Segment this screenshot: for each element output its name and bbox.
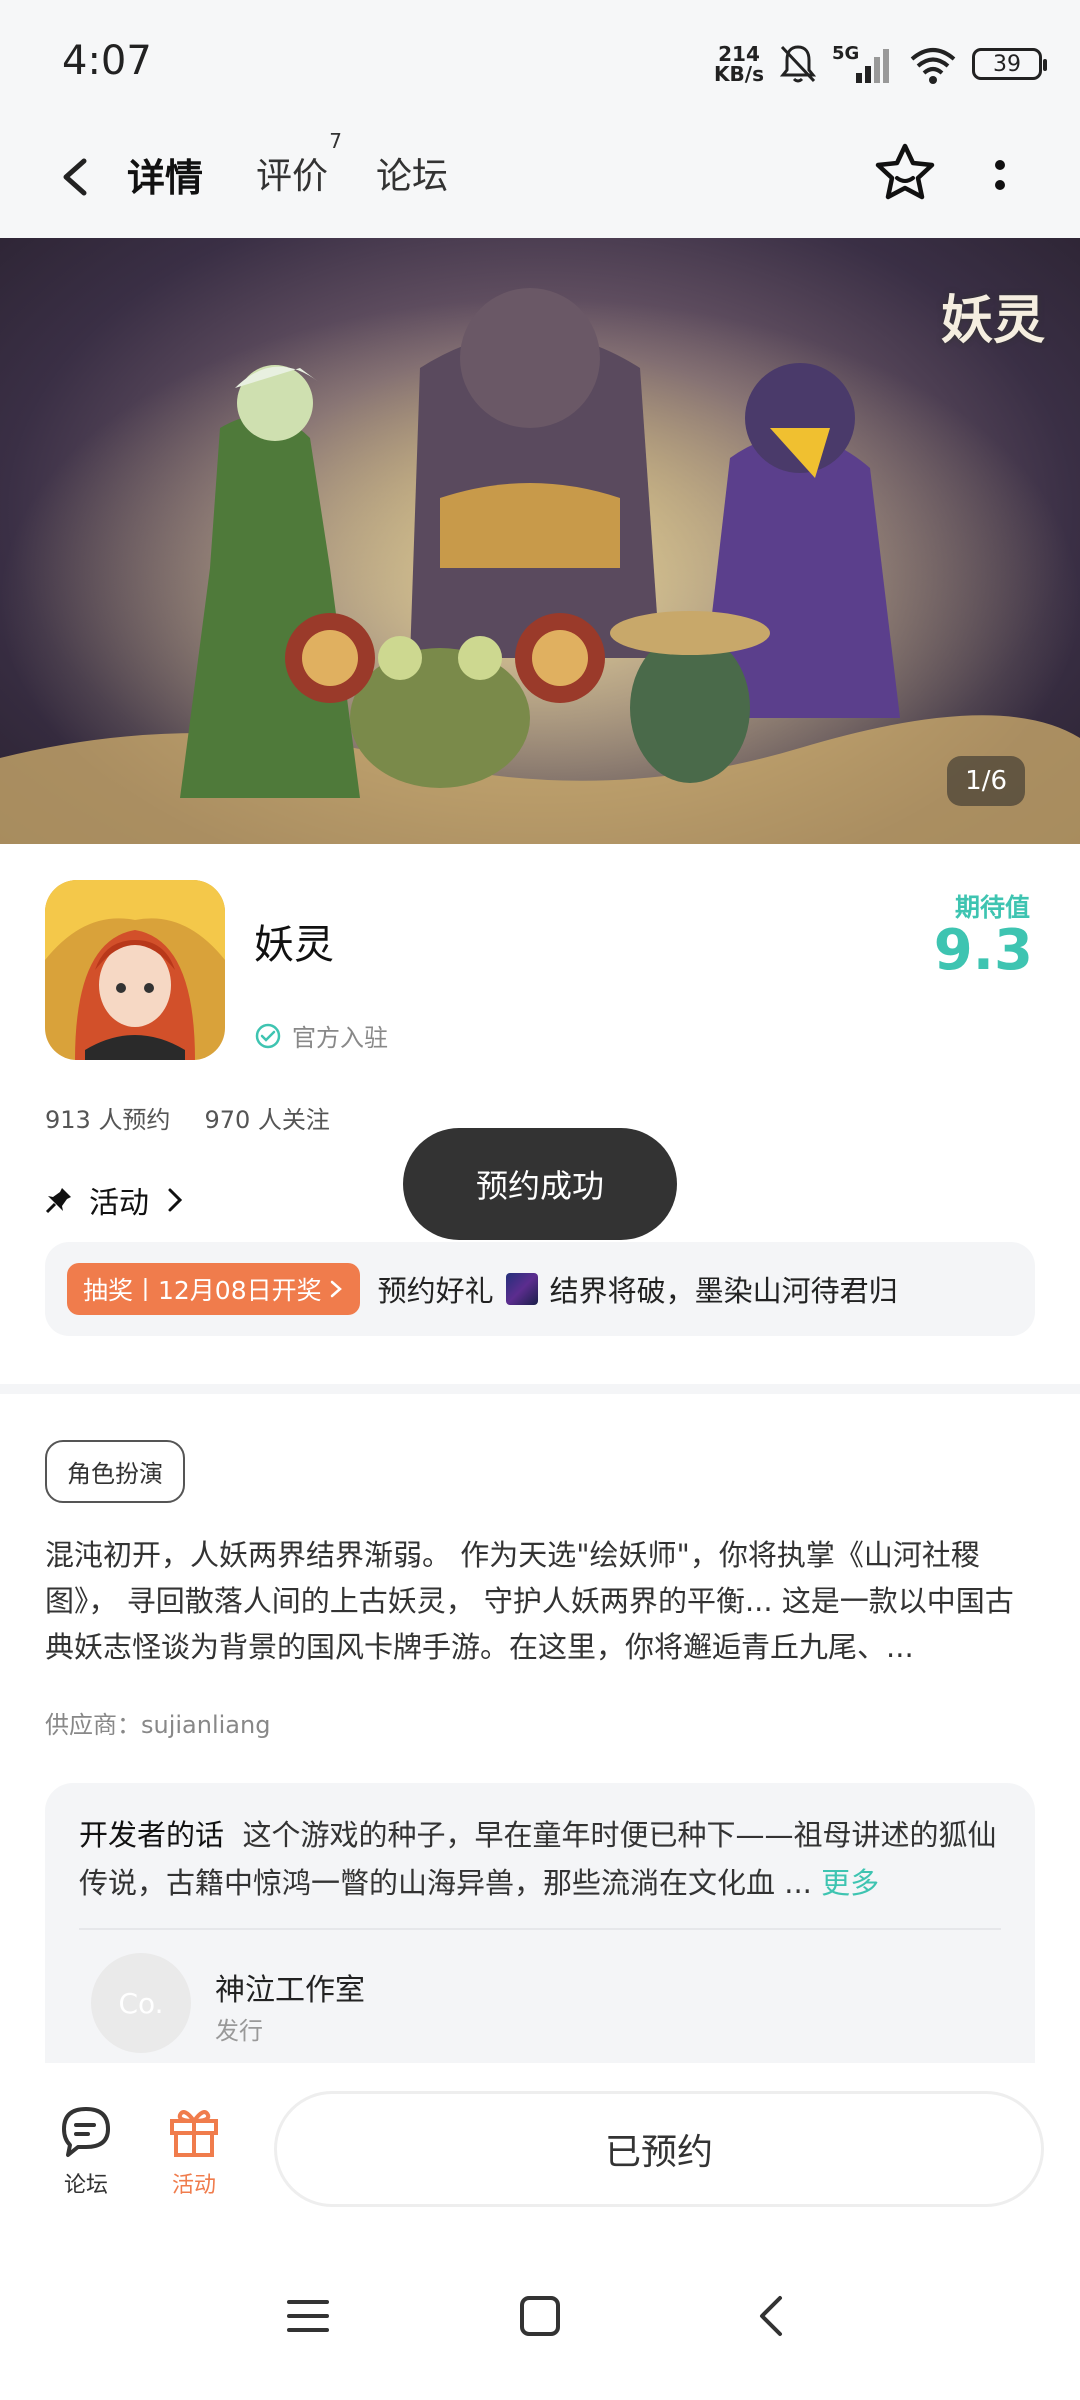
expectation-score: 9.3: [933, 918, 1033, 983]
developer-message-label: 开发者的话: [79, 1818, 225, 1852]
studio-role: 发行: [215, 2017, 263, 2045]
forum-chat-icon: [62, 2107, 110, 2157]
reserved-button[interactable]: 已预约: [274, 2091, 1044, 2207]
game-stats: 913 人预约 970 人关注: [45, 1100, 330, 1135]
official-badge: 官方入驻: [254, 1018, 388, 1053]
lottery-badge: 抽奖丨12月08日开奖: [67, 1263, 360, 1315]
studio-avatar[interactable]: Co.: [91, 1953, 191, 2053]
network-speed: 214 KB/s: [714, 44, 764, 84]
genre-tag[interactable]: 角色扮演: [45, 1440, 185, 1503]
chevron-right-icon: [330, 1280, 342, 1298]
lottery-badge-label: 抽奖丨12月08日开奖: [83, 1276, 322, 1305]
network-speed-value: 214: [718, 42, 760, 66]
banner-carousel[interactable]: 妖灵 1/6: [0, 238, 1080, 844]
bottom-tab-activity[interactable]: 活动: [154, 2103, 234, 2199]
activity-text-suffix: 结界将破，墨染山河待君归: [549, 1274, 898, 1308]
mute-bell-icon: [778, 43, 818, 85]
tab-detail[interactable]: 详情: [123, 147, 208, 210]
tab-detail-label: 详情: [127, 156, 204, 200]
supplier-info: 供应商：sujianliang: [45, 1711, 271, 1739]
home-icon[interactable]: [517, 2293, 563, 2343]
status-time: 4:07: [62, 38, 152, 84]
activity-text-prefix: 预约好礼: [377, 1274, 494, 1308]
bottom-tab-forum[interactable]: 论坛: [46, 2103, 126, 2199]
developer-message: 开发者的话 这个游戏的种子，早在童年时便已种下——祖母讲述的狐仙传说，古籍中惊鸿…: [79, 1811, 1009, 1907]
signal-5g-icon: 5G: [832, 43, 894, 85]
tab-review-label: 评价: [256, 156, 329, 197]
favorite-star-icon[interactable]: [872, 140, 938, 206]
more-options-icon[interactable]: [985, 147, 1015, 203]
reservation-count: 913 人预约: [45, 1106, 171, 1134]
activity-section-header[interactable]: 活动: [45, 1178, 185, 1222]
back-arrow-icon[interactable]: [52, 147, 102, 207]
status-icons: 214 KB/s 5G 39: [714, 38, 1047, 90]
official-label: 官方入驻: [292, 1024, 388, 1052]
tab-forum-label: 论坛: [376, 156, 449, 197]
gift-icon: [170, 2110, 218, 2157]
system-back-icon[interactable]: [750, 2293, 796, 2343]
toast-message: 预约成功: [403, 1128, 677, 1240]
activity-tab-label: 活动: [171, 2173, 216, 2198]
status-bar: 4:07 214 KB/s 5G 39: [0, 0, 1080, 125]
more-link[interactable]: 更多: [821, 1866, 879, 1900]
battery-indicator: 39: [972, 48, 1047, 80]
developer-card-divider: [79, 1928, 1001, 1930]
galaxy-emoji-icon: [505, 1273, 538, 1305]
network-speed-unit: KB/s: [714, 62, 764, 86]
bottom-action-bar: 论坛 活动 已预约: [0, 2063, 1080, 2263]
follower-count: 970 人关注: [204, 1106, 330, 1134]
review-count-badge: 7: [329, 129, 343, 153]
section-divider: [0, 1384, 1080, 1394]
pin-icon: [45, 1188, 71, 1214]
activity-card[interactable]: 抽奖丨12月08日开奖 预约好礼 结界将破，墨染山河待君归: [45, 1242, 1035, 1336]
forum-tab-label: 论坛: [63, 2173, 108, 2198]
game-icon: [45, 880, 225, 1060]
system-navigation-bar: [0, 2263, 1080, 2400]
tab-review[interactable]: 评价 7: [256, 129, 342, 199]
game-description[interactable]: 混沌初开，人妖两界结界渐弱。 作为天选"绘妖师"，你将执掌《山河社稷图》， 寻回…: [45, 1532, 1035, 1670]
activity-section-title: 活动: [89, 1186, 149, 1221]
studio-name[interactable]: 神泣工作室: [215, 1965, 365, 2009]
developer-card[interactable]: 开发者的话 这个游戏的种子，早在童年时便已种下——祖母讲述的狐仙传说，古籍中惊鸿…: [45, 1783, 1035, 2063]
network-type: 5G: [832, 43, 859, 64]
wifi-icon: [908, 43, 958, 85]
game-title: 妖灵: [254, 922, 334, 968]
top-navigation: 详情 评价 7 论坛: [0, 125, 1080, 238]
game-logo: 妖灵: [940, 290, 1045, 351]
activity-description: 预约好礼 结界将破，墨染山河待君归: [378, 1268, 898, 1310]
banner-page-counter: 1/6: [947, 756, 1025, 806]
tab-forum[interactable]: 论坛: [376, 147, 448, 199]
chevron-right-icon: [168, 1188, 183, 1212]
verified-check-icon: [255, 1023, 281, 1048]
banner-artwork: [0, 238, 1080, 844]
menu-icon[interactable]: [285, 2293, 331, 2343]
